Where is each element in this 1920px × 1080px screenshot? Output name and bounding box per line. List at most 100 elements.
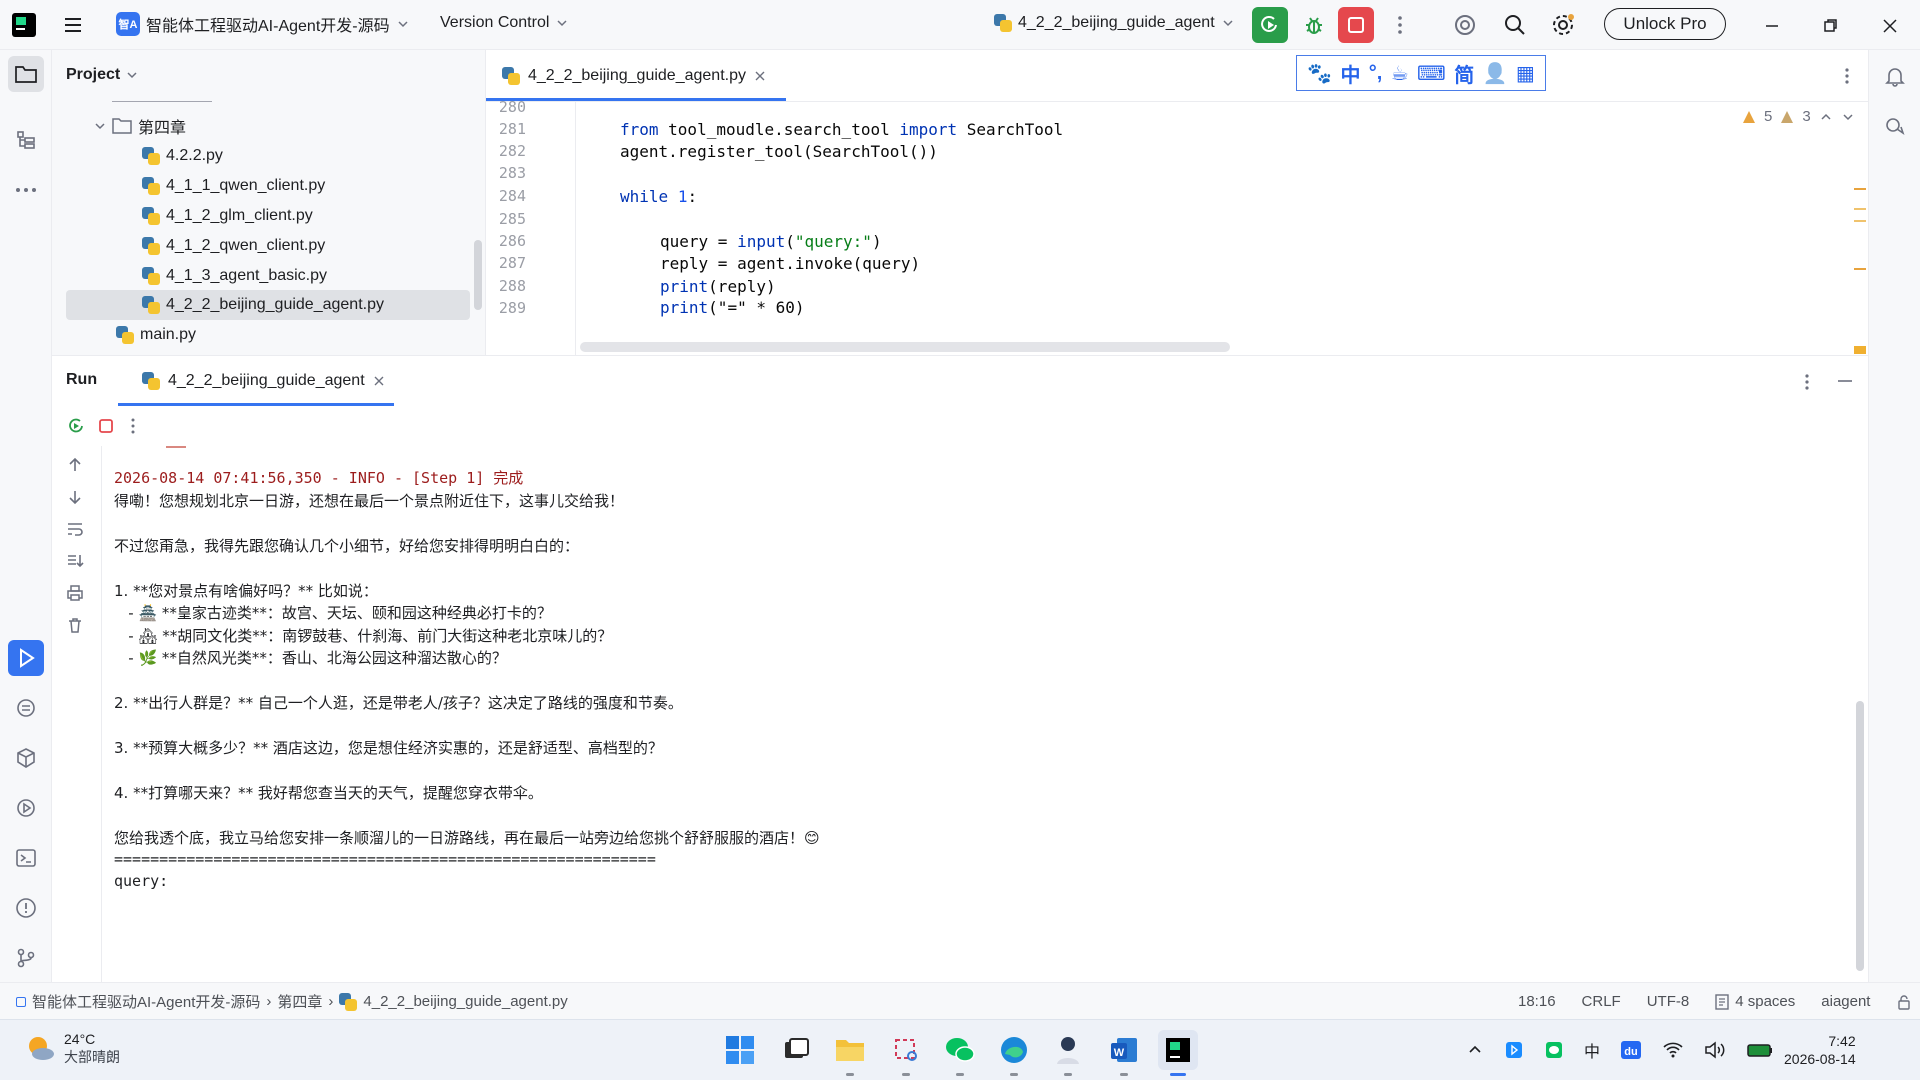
python-console-button[interactable] <box>8 690 44 726</box>
version-control-menu[interactable]: Version Control <box>440 14 569 32</box>
chevron-up-icon[interactable] <box>1819 110 1833 124</box>
debug-button[interactable] <box>1296 7 1332 43</box>
tree-file[interactable]: 4_1_2_glm_client.py <box>142 201 313 231</box>
lock-icon[interactable] <box>1896 994 1912 1010</box>
chevron-up-icon[interactable] <box>1466 1041 1484 1059</box>
tree-file[interactable]: 4_1_3_agent_basic.py <box>142 261 327 291</box>
project-switcher[interactable]: 智A 智能体工程驱动AI-Agent开发-源码 <box>116 12 410 36</box>
caret-position[interactable]: 18:16 <box>1518 993 1556 1010</box>
editor-more-icon[interactable] <box>1842 66 1852 86</box>
minimize-window-icon[interactable] <box>1762 16 1782 36</box>
more-actions-icon[interactable] <box>1390 14 1410 36</box>
file-explorer-app[interactable] <box>830 1030 870 1076</box>
console-output[interactable]: 2026-08-14 07:41:56,350 - INFO - [Step 1… <box>114 446 1854 983</box>
code-line-281[interactable]: from tool_moudle.search_tool import Sear… <box>620 120 1063 139</box>
run-config-selector[interactable]: 4_2_2_beijing_guide_agent <box>994 14 1235 32</box>
punctuation-icon[interactable]: °, <box>1369 62 1383 85</box>
word-app[interactable]: W <box>1104 1030 1144 1076</box>
tree-file-selected[interactable]: 4_2_2_beijing_guide_agent.py <box>142 290 384 320</box>
user-icon[interactable]: 👤 <box>1483 61 1508 86</box>
volume-icon[interactable] <box>1704 1041 1726 1059</box>
project-panel-header[interactable]: Project <box>66 66 138 84</box>
breadcrumb-folder[interactable]: 第四章 <box>277 991 322 1012</box>
editor-tab-active[interactable]: 4_2_2_beijing_guide_agent.py <box>486 50 782 102</box>
rerun-button[interactable] <box>1252 7 1288 43</box>
close-icon[interactable] <box>754 70 766 82</box>
ime-toolbar[interactable]: 🐾 中 °, ☕ ⌨ 简 👤 ▦ <box>1296 55 1546 91</box>
restore-window-icon[interactable] <box>1820 16 1840 36</box>
terminal-button[interactable] <box>8 840 44 876</box>
arrow-up-icon[interactable] <box>66 456 84 474</box>
bluetooth-tray-icon[interactable] <box>1504 1040 1524 1060</box>
ime-mode-chinese[interactable]: 中 <box>1340 59 1360 88</box>
project-tool-button[interactable] <box>8 56 44 92</box>
main-menu-icon[interactable] <box>62 14 84 36</box>
horizontal-scrollbar[interactable] <box>580 342 1230 352</box>
print-icon[interactable] <box>66 584 84 602</box>
ai-chat-button[interactable] <box>1877 108 1913 144</box>
avatar-app[interactable] <box>1048 1030 1088 1076</box>
structure-tool-button[interactable] <box>8 122 44 158</box>
run-tool-button[interactable] <box>8 640 44 676</box>
breadcrumb-project[interactable]: 智能体工程驱动AI-Agent开发-源码 <box>32 991 260 1012</box>
error-stripe[interactable] <box>1854 150 1866 354</box>
git-button[interactable] <box>8 940 44 976</box>
code-line-286[interactable]: query = input("query:") <box>660 232 882 251</box>
inspection-widget[interactable]: 5 3 <box>1742 108 1855 125</box>
ime-simplified[interactable]: 简 <box>1454 59 1474 88</box>
code-line-284[interactable]: while 1: <box>620 187 697 206</box>
project-scrollbar[interactable] <box>474 240 482 310</box>
code-line-288[interactable]: print(reply) <box>660 277 776 296</box>
problems-button[interactable] <box>8 890 44 926</box>
close-window-icon[interactable] <box>1880 16 1900 36</box>
weather-widget[interactable]: 24°C 大部晴朗 <box>24 1030 120 1066</box>
breadcrumb-file[interactable]: 4_2_2_beijing_guide_agent.py <box>363 993 567 1010</box>
start-button[interactable] <box>720 1030 760 1070</box>
scroll-to-end-icon[interactable] <box>66 552 84 570</box>
tree-file[interactable]: main.py <box>116 320 196 350</box>
wifi-icon[interactable] <box>1662 1041 1684 1059</box>
snipping-tool-app[interactable] <box>886 1030 926 1076</box>
tree-file[interactable]: 4_1_1_qwen_client.py <box>142 171 325 201</box>
services-button[interactable] <box>8 790 44 826</box>
tree-file[interactable]: 4_1_2_qwen_client.py <box>142 231 325 261</box>
arrow-down-icon[interactable] <box>66 488 84 506</box>
pycharm-app[interactable] <box>1158 1030 1198 1076</box>
file-encoding[interactable]: UTF-8 <box>1647 993 1690 1010</box>
wechat-tray-icon[interactable] <box>1544 1040 1564 1060</box>
baidu-tray-icon[interactable]: du <box>1620 1040 1642 1060</box>
notifications-button[interactable] <box>1877 58 1913 94</box>
settings-gear-icon[interactable] <box>1550 12 1576 38</box>
interpreter[interactable]: aiagent <box>1821 993 1870 1010</box>
run-tab[interactable]: 4_2_2_beijing_guide_agent <box>130 356 397 406</box>
unlock-pro-button[interactable]: Unlock Pro <box>1604 8 1726 40</box>
stop-button[interactable] <box>1338 7 1374 43</box>
paw-icon[interactable]: 🐾 <box>1307 61 1332 86</box>
close-icon[interactable] <box>373 375 385 387</box>
code-line-289[interactable]: print("=" * 60) <box>660 298 805 317</box>
grid-icon[interactable]: ▦ <box>1516 61 1535 86</box>
more-tools-button[interactable] <box>8 172 44 208</box>
trash-icon[interactable] <box>66 616 84 634</box>
cup-icon[interactable]: ☕ <box>1391 61 1409 86</box>
code-line-287[interactable]: reply = agent.invoke(query) <box>660 254 920 273</box>
code-line-282[interactable]: agent.register_tool(SearchTool()) <box>620 142 938 161</box>
indent-widget[interactable]: 4 spaces <box>1715 993 1795 1010</box>
pycharm-logo-icon[interactable] <box>12 13 36 37</box>
keyboard-icon[interactable]: ⌨ <box>1417 61 1446 86</box>
clock[interactable]: 7:42 2026-08-14 <box>1784 1032 1856 1068</box>
wechat-app[interactable] <box>940 1030 980 1076</box>
stop-icon[interactable] <box>98 418 114 434</box>
task-view-button[interactable] <box>776 1030 816 1070</box>
rerun-icon[interactable] <box>66 416 86 436</box>
more-vertical-icon[interactable] <box>128 416 138 436</box>
chevron-down-icon[interactable] <box>1841 110 1855 124</box>
hide-panel-icon[interactable] <box>1836 372 1854 390</box>
run-panel-options-icon[interactable] <box>1802 372 1812 392</box>
search-icon[interactable] <box>1502 12 1528 38</box>
ime-indicator[interactable]: 中 <box>1584 1038 1600 1062</box>
python-packages-button[interactable] <box>8 740 44 776</box>
console-scrollbar[interactable] <box>1856 701 1864 971</box>
ai-assistant-icon[interactable] <box>1452 12 1478 38</box>
battery-charging-icon[interactable] <box>1746 1041 1774 1059</box>
